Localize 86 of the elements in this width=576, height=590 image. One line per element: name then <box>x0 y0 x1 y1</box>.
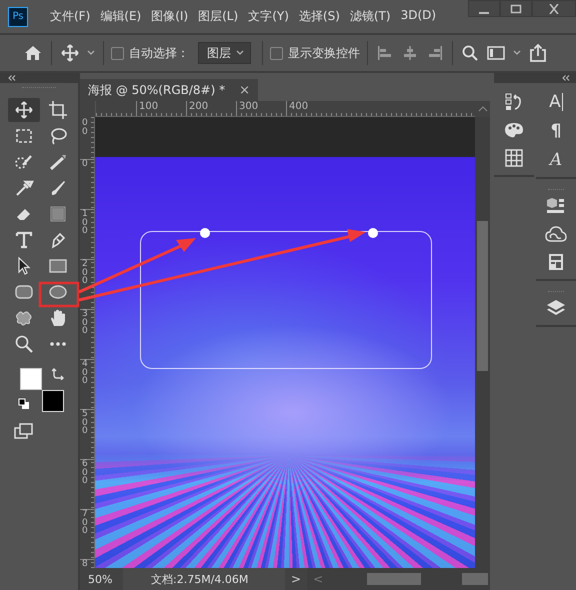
auto-select-checkbox[interactable] <box>111 46 124 60</box>
close-button[interactable] <box>532 0 576 17</box>
lasso-icon <box>48 126 68 146</box>
close-tab-button[interactable]: × <box>239 82 250 98</box>
align-center-icon[interactable] <box>402 45 418 61</box>
marquee-icon <box>14 126 34 146</box>
share-icon[interactable] <box>529 44 547 62</box>
anchor-dot <box>200 228 210 238</box>
foreground-color-swatch[interactable] <box>20 368 42 390</box>
ruler-label: 300 <box>236 101 286 116</box>
caret-icon <box>235 49 245 57</box>
more-icon <box>48 341 68 347</box>
character-panel-button[interactable]: A <box>549 93 563 111</box>
search-icon[interactable] <box>462 45 478 61</box>
show-transform-label: 显示变换控件 <box>288 44 360 62</box>
move-icon[interactable] <box>61 44 79 62</box>
type-icon <box>14 230 34 250</box>
cube-icon[interactable] <box>546 197 566 215</box>
caret-icon[interactable] <box>512 49 522 57</box>
collapse-icon[interactable] <box>562 75 570 81</box>
scrollbar-thumb[interactable] <box>462 573 488 585</box>
cloud-icon[interactable] <box>545 226 567 242</box>
document-icon[interactable] <box>548 253 564 271</box>
gradient-icon <box>48 204 68 224</box>
close-icon <box>548 4 560 14</box>
align-left-icon[interactable] <box>377 45 393 61</box>
menu-item[interactable]: 选择(S) <box>298 8 340 25</box>
ruler-label: 00 <box>82 119 89 136</box>
eyedropper-icon <box>14 178 34 198</box>
minimize-icon <box>479 12 489 14</box>
scroll-up-icon[interactable] <box>478 106 488 112</box>
ruler-label: 8 <box>82 560 89 568</box>
ruler-label: 0 <box>82 160 89 169</box>
ruler-label: 100 <box>82 210 89 236</box>
move-tool[interactable] <box>8 98 40 122</box>
workspace-icon[interactable] <box>487 46 505 60</box>
layers-icon[interactable] <box>546 299 566 317</box>
zoom-level[interactable]: 50% <box>80 572 123 586</box>
scrollbar-thumb[interactable] <box>367 573 422 585</box>
default-colors-icon[interactable] <box>18 398 30 410</box>
menu-item[interactable]: 编辑(E) <box>100 8 142 25</box>
align-right-icon[interactable] <box>427 45 443 61</box>
ruler-label: 500 <box>82 410 89 436</box>
swatches-grid-icon[interactable] <box>505 149 523 167</box>
ruler-label: 600 <box>82 460 89 486</box>
move-icon <box>14 100 34 120</box>
menu-item[interactable]: 图层(L) <box>198 8 238 25</box>
auto-select-label: 自动选择： <box>129 44 189 62</box>
app-logo[interactable]: Ps <box>8 6 28 26</box>
screen-mode-icon[interactable] <box>14 422 34 440</box>
vertical-scrollbar[interactable] <box>475 117 490 568</box>
ruler-label: 100 <box>136 101 186 116</box>
collapse-icon[interactable] <box>8 75 16 81</box>
restore-button[interactable] <box>500 0 532 17</box>
glyphs-panel-button[interactable]: A <box>550 151 562 169</box>
caret-icon[interactable] <box>86 49 96 57</box>
ruler-label: 400 <box>286 101 336 116</box>
document-title: 海报 @ 50%(RGB/8#) * <box>88 82 226 98</box>
menu-item[interactable]: 滤镜(T) <box>350 8 391 25</box>
ruler-label: 700 <box>82 510 89 536</box>
ruler-label: 300 <box>82 310 89 336</box>
background-color-swatch[interactable] <box>42 390 64 412</box>
ruler-label: 400 <box>82 360 89 386</box>
ruler-label: 200 <box>82 260 89 286</box>
minimize-button[interactable] <box>468 0 500 17</box>
highlight-frame <box>38 282 80 308</box>
home-icon[interactable] <box>24 45 42 61</box>
restore-icon <box>510 4 522 14</box>
menu-item[interactable]: 图像(I) <box>151 8 188 25</box>
document-info: 文档:2.75M/4.06M <box>151 572 248 586</box>
anchor-dot <box>368 228 378 238</box>
hand-icon <box>48 308 68 328</box>
zoom-icon <box>14 334 34 354</box>
scrollbar-thumb[interactable] <box>477 221 488 371</box>
next-button[interactable]: > <box>285 572 308 586</box>
menu-item[interactable]: 文字(Y) <box>248 8 289 25</box>
show-transform-checkbox[interactable] <box>270 46 283 60</box>
document-tab[interactable]: 海报 @ 50%(RGB/8#) * × <box>80 79 258 101</box>
history-icon[interactable] <box>505 93 523 111</box>
palette-icon[interactable] <box>504 122 524 138</box>
paragraph-panel-button[interactable]: ¶ <box>550 122 562 140</box>
menu-item[interactable]: 文件(F) <box>50 8 90 25</box>
layer-dropdown[interactable]: 图层 <box>198 42 251 64</box>
menu-item[interactable]: 3D(D) <box>400 8 436 25</box>
ruler-label: 200 <box>186 101 236 116</box>
swap-colors-icon[interactable] <box>52 368 64 380</box>
